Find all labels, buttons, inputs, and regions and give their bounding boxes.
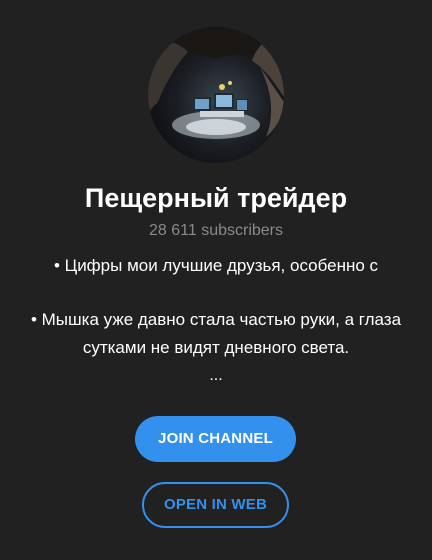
cave-image-icon xyxy=(148,27,284,163)
description-line: • Мышка уже давно стала частью руки, а г… xyxy=(30,310,402,357)
channel-title: Пещерный трейдер xyxy=(84,183,348,213)
description-line: • Цифры мои лучшие друзья, особенно с xyxy=(53,256,379,275)
subscriber-count: 28 611 subscribers xyxy=(149,222,283,239)
join-channel-button[interactable]: JOIN CHANNEL xyxy=(135,416,296,462)
description-ellipsis: ... xyxy=(209,367,223,384)
channel-preview-card: Пещерный трейдер 28 611 subscribers • Ци… xyxy=(0,0,432,560)
open-in-web-button[interactable]: OPEN IN WEB xyxy=(142,482,289,528)
channel-avatar xyxy=(148,27,284,163)
